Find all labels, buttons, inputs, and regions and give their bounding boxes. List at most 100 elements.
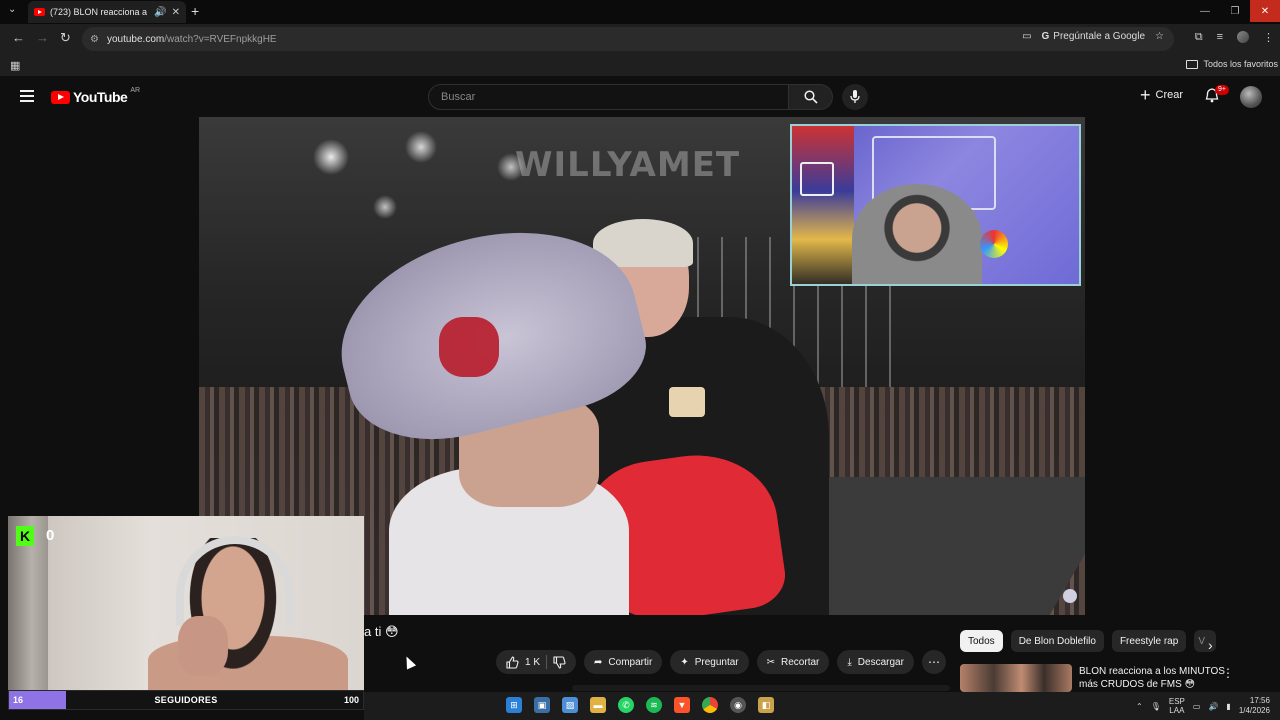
notifications-button[interactable]: 9+ <box>1205 85 1229 106</box>
viewer-count: 0 <box>46 527 55 544</box>
folder-icon <box>1186 59 1199 69</box>
network-icon[interactable]: ▭ <box>1193 702 1201 711</box>
google-icon: G <box>1041 31 1050 42</box>
goal-target: 100 <box>343 695 359 705</box>
url-host: youtube.com <box>106 33 165 45</box>
video-actions: 1 K ➦ Compartir ✦ Preguntar ✂ Recortar ⤓… <box>496 650 946 674</box>
spotify-icon[interactable]: ≋ <box>646 697 662 713</box>
apps-grid-icon[interactable]: ▦ <box>10 59 20 72</box>
store-icon[interactable]: ▣ <box>534 697 550 713</box>
restore-icon[interactable]: ❐ <box>1220 0 1250 22</box>
search-input[interactable]: Buscar <box>428 84 789 110</box>
new-tab-icon[interactable]: + <box>191 3 199 19</box>
recommended-video[interactable]: BLON reacciona a los MINUTOS más CRUDOS … <box>960 662 1260 692</box>
media-icon[interactable]: ≡ <box>1217 31 1223 44</box>
plus-icon: + <box>1140 85 1151 105</box>
streamer-facecam <box>790 124 1081 286</box>
chip-from-channel[interactable]: De Blon Doblefilo <box>1010 630 1104 652</box>
share-label: Compartir <box>608 656 653 668</box>
region-code: AR <box>130 86 141 94</box>
reload-icon[interactable]: ↻ <box>60 30 71 46</box>
profile-icon[interactable] <box>1237 31 1249 43</box>
recommended-title[interactable]: BLON reacciona a los MINUTOS más CRUDOS … <box>1079 665 1239 691</box>
close-tab-icon[interactable]: ✕ <box>172 7 180 18</box>
chip-all[interactable]: Todos <box>960 630 1003 652</box>
thumbs-down-icon[interactable] <box>553 655 566 669</box>
share-button[interactable]: ➦ Compartir <box>584 650 663 674</box>
language-indicator[interactable]: ESP LAA <box>1169 697 1185 715</box>
obs-icon[interactable]: ◉ <box>730 697 746 713</box>
mouse-cursor-icon <box>401 654 417 670</box>
more-actions-icon[interactable]: ⋯ <box>921 650 946 674</box>
battery-icon[interactable]: ▮ <box>1226 702 1230 711</box>
youtube-wordmark: YouTube <box>73 89 128 105</box>
share-icon: ➦ <box>594 656 603 668</box>
ask-google-button[interactable]: G Pregúntale a Google <box>1042 31 1146 42</box>
chrome-icon[interactable] <box>702 697 718 713</box>
create-label: Crear <box>1155 89 1184 101</box>
account-avatar[interactable] <box>1240 86 1262 108</box>
ask-google-label: Pregúntale a Google <box>1053 31 1146 42</box>
kick-logo-icon: K <box>16 526 34 546</box>
search-button[interactable] <box>789 84 833 110</box>
youtube-play-icon <box>51 90 70 104</box>
browser-tab[interactable]: (723) BLON reacciona a MI... 🔊 ✕ <box>28 1 186 23</box>
download-icon: ⤓ <box>847 656 852 668</box>
back-icon[interactable]: ← <box>12 30 25 45</box>
browser-tools: ⧉ ≡ ⋮ <box>1195 31 1274 44</box>
forward-icon[interactable]: → <box>36 30 49 45</box>
file-explorer-icon[interactable]: ▬ <box>590 697 606 713</box>
minimize-icon[interactable]: — <box>1190 0 1220 22</box>
chip-freestyle-rap[interactable]: Freestyle rap <box>1111 630 1187 652</box>
ask-button[interactable]: ✦ Preguntar <box>670 650 749 674</box>
related-filter-chips: Todos De Blon Doblefilo Freestyle rap V <box>960 630 1217 652</box>
more-options-icon[interactable]: ⋮ <box>1222 666 1234 680</box>
chip-next-truncated[interactable]: V <box>1194 630 1217 652</box>
toolbar: ← → ↻ ⚙ youtube.com/watch?v=RVEFnpkkgHE … <box>0 24 1280 54</box>
mic-tray-icon[interactable]: 🎙 <box>1151 702 1161 711</box>
clip-label: Recortar <box>781 656 820 668</box>
tab-title: (723) BLON reacciona a MI... <box>50 7 149 17</box>
close-window-icon[interactable]: ✕ <box>1250 0 1280 22</box>
tab-search-icon[interactable]: ⌄ <box>8 4 16 15</box>
menu-hamburger-icon[interactable] <box>20 90 34 102</box>
ask-label: Preguntar <box>694 656 739 668</box>
youtube-favicon-icon <box>34 8 45 16</box>
speaker-icon[interactable]: 🔊 <box>154 7 166 18</box>
extensions-icon[interactable]: ⧉ <box>1195 31 1203 44</box>
recommended-thumbnail[interactable] <box>960 664 1072 692</box>
channel-watermark-icon[interactable] <box>1063 589 1077 603</box>
youtube-logo[interactable]: YouTube AR <box>51 86 141 105</box>
scissors-icon: ✂ <box>766 656 776 668</box>
all-bookmarks-button[interactable]: Todos los favoritos <box>1186 59 1278 69</box>
chevron-right-icon[interactable]: › <box>1208 637 1213 653</box>
brave-icon[interactable]: ▼ <box>674 697 690 713</box>
video-watermark: WILLYAMET <box>515 145 741 185</box>
streamer-webcam <box>8 516 364 690</box>
whatsapp-icon[interactable]: ✆ <box>618 697 634 713</box>
clock[interactable]: 17:56 1/4/2026 <box>1239 696 1270 716</box>
microphone-icon <box>850 90 860 103</box>
bookmark-star-icon[interactable]: ☆ <box>1155 31 1164 42</box>
photos-icon[interactable]: ▨ <box>562 697 578 713</box>
download-button[interactable]: ⤓ Descargar <box>837 650 914 674</box>
video-title: a ti 😳 <box>364 624 399 639</box>
windows-start-icon[interactable]: ⊞ <box>506 697 522 713</box>
address-bar[interactable]: ⚙ youtube.com/watch?v=RVEFnpkkgHE ▭ G Pr… <box>82 27 1174 51</box>
cast-icon[interactable]: ▭ <box>1022 31 1031 42</box>
app-icon[interactable]: ◧ <box>758 697 774 713</box>
all-bookmarks-label: Todos los favoritos <box>1203 59 1278 69</box>
clip-button[interactable]: ✂ Recortar <box>756 650 830 674</box>
voice-search-button[interactable] <box>842 84 868 110</box>
menu-icon[interactable]: ⋮ <box>1263 31 1274 44</box>
site-info-icon[interactable]: ⚙ <box>90 34 99 45</box>
tray-chevron-icon[interactable]: ⌃ <box>1136 702 1143 711</box>
thumbs-up-icon[interactable] <box>506 655 519 669</box>
description-box[interactable] <box>572 685 950 691</box>
create-button[interactable]: + Crear <box>1140 85 1184 105</box>
taskbar: ⊞ ▣ ▨ ▬ ✆ ≋ ▼ ◉ ◧ ⌃ 🎙 ESP LAA ▭ 🔊 ▮ 17:56… <box>364 692 1280 720</box>
youtube-header: YouTube AR Buscar + Crear 9+ <box>0 76 1280 118</box>
volume-icon[interactable]: 🔊 <box>1208 702 1218 711</box>
goal-label: SEGUIDORES <box>154 695 218 705</box>
like-count[interactable]: 1 K <box>525 657 540 668</box>
